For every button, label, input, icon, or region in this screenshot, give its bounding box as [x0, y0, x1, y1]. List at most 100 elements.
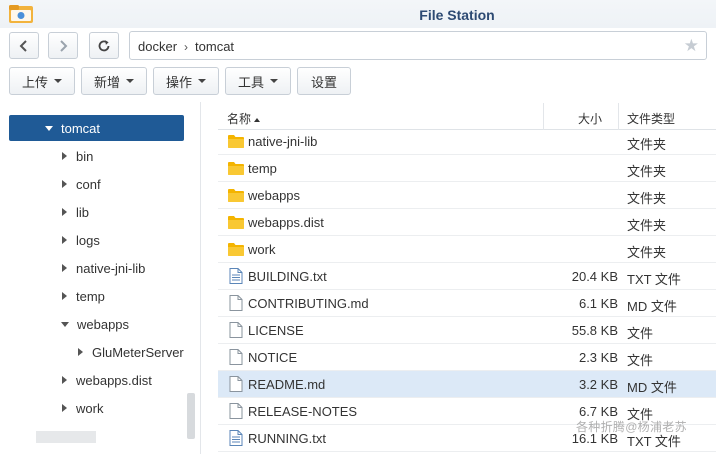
caret-down-icon — [198, 79, 206, 83]
refresh-icon — [98, 39, 110, 51]
column-header-type[interactable]: 文件类型 — [627, 110, 675, 127]
tree-item-webapps[interactable]: webapps — [61, 311, 129, 337]
folder-icon — [227, 241, 245, 257]
table-row[interactable]: LICENSE 55.8 KB 文件 — [218, 317, 716, 344]
table-row[interactable]: README.md 3.2 KB MD 文件 — [218, 371, 716, 398]
file-type: 文件 — [627, 353, 654, 368]
tree-item-tomcat[interactable]: tomcat — [9, 115, 184, 141]
tree-item-temp[interactable]: temp — [62, 283, 105, 309]
expand-arrow-icon[interactable] — [45, 125, 53, 131]
file-name: RELEASE-NOTES — [248, 404, 358, 419]
forward-button[interactable] — [48, 32, 78, 59]
tree-item-glumeterserver[interactable]: GluMeterServer — [78, 339, 188, 365]
file-name: README.md — [248, 377, 326, 392]
tree-scrollbar[interactable] — [187, 393, 195, 439]
sort-ascending-icon — [254, 117, 261, 122]
file-type: 文件夹 — [627, 191, 667, 206]
table-row[interactable]: CONTRIBUTING.md 6.1 KB MD 文件 — [218, 290, 716, 317]
settings-label: 设置 — [310, 74, 337, 90]
table-row[interactable]: native-jni-lib 文件夹 — [218, 128, 716, 155]
collapse-arrow-icon[interactable] — [62, 264, 67, 272]
breadcrumb-item-docker[interactable]: docker — [138, 39, 177, 54]
tree-item-label: GluMeterServer — [92, 344, 184, 360]
text-file-icon — [227, 268, 245, 284]
tree-item-label: conf — [76, 176, 101, 192]
upload-button[interactable]: 上传 — [9, 67, 75, 95]
tools-label: 工具 — [237, 74, 264, 90]
column-header-name-label: 名称 — [227, 112, 252, 126]
file-name: RUNNING.txt — [248, 431, 326, 446]
tree-item-conf[interactable]: conf — [62, 171, 101, 197]
path-bar[interactable]: docker › tomcat ★ — [129, 31, 707, 60]
file-type: TXT 文件 — [627, 272, 681, 287]
file-size: 6.7 KB — [578, 404, 618, 419]
file-name: LICENSE — [248, 323, 304, 338]
tree-item-work[interactable]: work — [62, 395, 103, 421]
tree-item-webapps-dist[interactable]: webapps.dist — [62, 367, 152, 393]
caret-down-icon — [126, 79, 134, 83]
column-header-size[interactable]: 大小 — [578, 110, 602, 127]
column-header-name[interactable]: 名称 — [227, 110, 261, 127]
action-label: 操作 — [165, 74, 192, 90]
collapse-arrow-icon[interactable] — [62, 152, 67, 160]
collapse-arrow-icon[interactable] — [62, 236, 67, 244]
back-button[interactable] — [9, 32, 39, 59]
column-separator[interactable] — [618, 103, 619, 130]
column-separator[interactable] — [543, 103, 544, 130]
collapse-arrow-icon[interactable] — [62, 208, 67, 216]
table-row[interactable]: temp 文件夹 — [218, 155, 716, 182]
tree-item-bin[interactable]: bin — [62, 143, 93, 169]
breadcrumb-item-tomcat[interactable]: tomcat — [195, 39, 234, 54]
chevron-right-icon — [60, 39, 68, 52]
tree-item-label: work — [76, 400, 104, 416]
folder-icon — [227, 160, 245, 176]
collapse-arrow-icon[interactable] — [62, 376, 67, 384]
file-type: 文件 — [627, 326, 654, 341]
tree-item-native-jni-lib[interactable]: native-jni-lib — [62, 255, 145, 281]
tree-item-label: native-jni-lib — [76, 260, 146, 276]
create-label: 新增 — [93, 74, 120, 90]
collapse-arrow-icon[interactable] — [62, 404, 67, 412]
collapse-arrow-icon[interactable] — [62, 180, 67, 188]
window-title: File Station — [419, 7, 495, 23]
chevron-right-icon: › — [184, 39, 189, 54]
settings-button[interactable]: 设置 — [297, 67, 351, 95]
tree-item-lib[interactable]: lib — [62, 199, 89, 225]
tree-item-label: temp — [76, 288, 105, 304]
text-file-icon — [227, 430, 245, 446]
table-row[interactable]: webapps 文件夹 — [218, 182, 716, 209]
refresh-button[interactable] — [89, 32, 119, 59]
file-size: 20.4 KB — [571, 269, 618, 284]
folder-icon — [227, 133, 245, 149]
table-row[interactable]: work 文件夹 — [218, 236, 716, 263]
tools-button[interactable]: 工具 — [225, 67, 291, 95]
file-type: 文件夹 — [627, 137, 667, 152]
create-button[interactable]: 新增 — [81, 67, 147, 95]
expand-arrow-icon[interactable] — [61, 321, 69, 327]
collapse-arrow-icon[interactable] — [62, 292, 67, 300]
table-row[interactable]: BUILDING.txt 20.4 KB TXT 文件 — [218, 263, 716, 290]
pane-divider[interactable] — [200, 102, 201, 454]
action-button[interactable]: 操作 — [153, 67, 219, 95]
folder-tree: tomcat bin conf lib logs native-jni-lib … — [0, 102, 200, 454]
table-row[interactable]: webapps.dist 文件夹 — [218, 209, 716, 236]
table-row[interactable]: NOTICE 2.3 KB 文件 — [218, 344, 716, 371]
file-name: temp — [248, 161, 277, 176]
star-icon[interactable]: ★ — [684, 37, 699, 54]
toolbar: 上传 新增 操作 工具 设置 — [0, 66, 716, 96]
caret-down-icon — [54, 79, 62, 83]
file-size: 55.8 KB — [571, 323, 618, 338]
collapse-arrow-icon[interactable] — [78, 348, 83, 356]
tree-item-label: logs — [76, 232, 100, 248]
file-type: 文件夹 — [627, 245, 667, 260]
file-size: 3.2 KB — [578, 377, 618, 392]
file-icon — [227, 403, 245, 419]
blurred-area — [36, 431, 96, 443]
tree-item-label: webapps — [77, 316, 130, 332]
chevron-left-icon — [19, 39, 27, 52]
tree-item-logs[interactable]: logs — [62, 227, 100, 253]
file-name: CONTRIBUTING.md — [248, 296, 369, 311]
file-size: 6.1 KB — [578, 296, 618, 311]
folder-icon — [227, 187, 245, 203]
tree-item-label: bin — [76, 148, 94, 164]
